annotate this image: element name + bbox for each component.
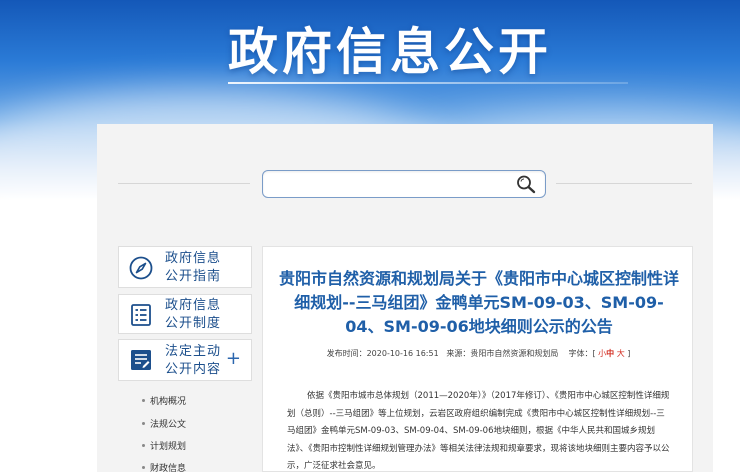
title-underline bbox=[228, 82, 628, 84]
document-list-icon bbox=[131, 304, 151, 326]
submenu-item[interactable]: 机构概况 bbox=[142, 394, 187, 407]
article-meta: 发布时间：2020-10-16 16:51 来源：贵阳市自然资源和规划局 字体：… bbox=[263, 348, 694, 359]
source-label: 来源： bbox=[446, 349, 471, 358]
document-edit-icon bbox=[131, 350, 151, 370]
font-size-label: 字体：[ bbox=[568, 349, 596, 358]
divider-right bbox=[556, 183, 692, 184]
article-body: 依据《贵阳市城市总体规划（2011—2020年）》（2017年修订）、《贵阳市中… bbox=[287, 391, 670, 471]
divider-left bbox=[118, 183, 250, 184]
submenu-item-label: 财政信息 bbox=[150, 464, 187, 474]
bullet-icon bbox=[142, 399, 145, 402]
font-small-link[interactable]: 小 bbox=[598, 349, 606, 358]
font-medium-link[interactable]: 中 bbox=[606, 349, 614, 358]
submenu-item[interactable]: 法规公文 bbox=[142, 417, 187, 430]
source-value: 贵阳市自然资源和规划局 bbox=[470, 349, 559, 358]
search-icon[interactable] bbox=[515, 174, 537, 194]
submenu-item-label: 法规公文 bbox=[150, 420, 187, 430]
publish-date: 2020-10-16 16:51 bbox=[366, 349, 439, 358]
search-input[interactable] bbox=[262, 170, 546, 198]
sidebar-item-content[interactable]: 法定主动 公开内容 + bbox=[118, 339, 252, 381]
bullet-icon bbox=[142, 466, 145, 469]
bullet-icon bbox=[142, 444, 145, 447]
page-title: 政府信息公开 bbox=[228, 23, 552, 81]
sidebar-item-system[interactable]: 政府信息 公开制度 bbox=[118, 294, 252, 334]
sidebar-item-label: 政府信息 公开制度 bbox=[165, 298, 222, 331]
submenu-item[interactable]: 计划规划 bbox=[142, 439, 187, 452]
expand-icon[interactable]: + bbox=[226, 350, 241, 368]
publish-date-label: 发布时间： bbox=[326, 349, 367, 358]
font-large-link[interactable]: 大 bbox=[617, 349, 625, 358]
article-title: 贵阳市自然资源和规划局关于《贵阳市中心城区控制性详细规划--三马组团》金鸭单元S… bbox=[278, 269, 679, 336]
compass-icon bbox=[129, 256, 153, 280]
font-size-bracket: ] bbox=[627, 349, 631, 358]
bullet-icon bbox=[142, 422, 145, 425]
submenu-item[interactable]: 财政信息 bbox=[142, 461, 187, 474]
sidebar-item-label: 政府信息 公开指南 bbox=[165, 251, 222, 284]
article: 贵阳市自然资源和规划局关于《贵阳市中心城区控制性详细规划--三马组团》金鸭单元S… bbox=[262, 246, 693, 472]
sidebar-item-guide[interactable]: 政府信息 公开指南 bbox=[118, 246, 252, 288]
submenu-item-label: 机构概况 bbox=[150, 397, 187, 407]
sidebar-item-label: 法定主动 公开内容 bbox=[165, 344, 222, 377]
submenu-item-label: 计划规划 bbox=[150, 442, 187, 452]
